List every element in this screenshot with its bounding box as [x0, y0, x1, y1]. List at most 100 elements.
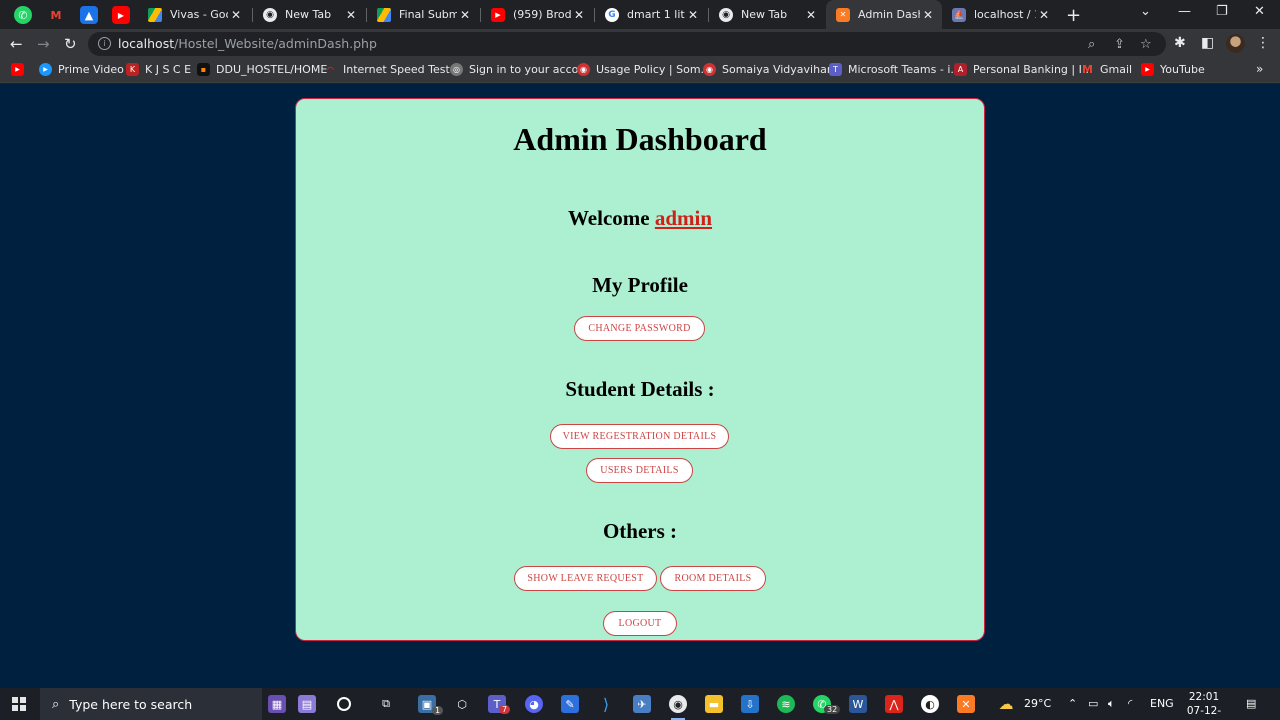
more-bookmarks-icon[interactable]: » [1256, 62, 1263, 76]
reload-icon[interactable]: ↻ [64, 35, 77, 53]
close-tab-icon[interactable]: ✕ [920, 8, 936, 22]
contacts-pinned-tab-icon[interactable]: ▲ [80, 6, 98, 24]
discord-app-icon[interactable]: ◕ [525, 695, 543, 713]
task-view-icon[interactable]: ⧉ [377, 695, 395, 713]
unity-app-icon[interactable]: ⬡ [453, 695, 471, 713]
weather-temp[interactable]: 29°C [1024, 697, 1051, 710]
close-tab-icon[interactable]: ✕ [457, 8, 473, 22]
somaiya-icon: ◉ [577, 63, 590, 76]
file-explorer-icon[interactable]: ▬ [705, 695, 723, 713]
obs-icon[interactable]: ◐ [921, 695, 939, 713]
bookmark-prime-video[interactable]: ▶ Prime Video [39, 63, 124, 76]
username-link[interactable]: admin [655, 206, 712, 230]
somaiya-icon: ◉ [703, 63, 716, 76]
tab-title: localhost / 12 [974, 8, 1036, 21]
zoom-icon[interactable]: ⌕ [1088, 37, 1095, 52]
clock[interactable]: 22:01 07-12-2022 [1178, 690, 1230, 720]
bookmark-youtube-icon-only[interactable]: ▶ [11, 63, 30, 76]
volume-icon[interactable]: 🔈︎ [1108, 697, 1115, 711]
acrobat-icon[interactable]: ⋀ [885, 695, 903, 713]
cortana-icon[interactable] [337, 697, 351, 711]
windows-start-icon[interactable] [12, 697, 26, 711]
side-panel-icon[interactable]: ◧ [1201, 35, 1214, 51]
close-tab-icon[interactable]: ✕ [571, 8, 587, 22]
forward-arrow-icon[interactable]: → [37, 35, 50, 53]
language-indicator[interactable]: ENG [1150, 697, 1174, 710]
site-info-icon[interactable]: i [98, 37, 111, 50]
clipboard-badge: 1 [432, 706, 444, 715]
bookmark-ddu-hostel[interactable]: ▪ DDU_HOSTEL/HOME [197, 63, 327, 76]
close-tab-icon[interactable]: ✕ [343, 8, 359, 22]
tab-search-chevron-icon[interactable]: ⌄ [1140, 4, 1151, 19]
bookmarks-bar: ▶ ▶ Prime Video KK J S C E ▪ DDU_HOSTEL/HO… [0, 59, 1280, 83]
spotify-icon[interactable]: ≋ [777, 695, 795, 713]
wifi-icon[interactable]: ◜ [1128, 697, 1132, 710]
bookmark-speed-test[interactable]: ◠ Internet Speed Test... [324, 63, 460, 76]
share-icon[interactable]: ⇪ [1114, 37, 1125, 52]
weather-icon[interactable]: ☁ [997, 695, 1015, 713]
minimize-window-icon[interactable]: — [1178, 4, 1191, 19]
bookmark-youtube[interactable]: ▶ YouTube [1141, 63, 1205, 76]
extensions-puzzle-icon[interactable]: ✱ [1174, 35, 1186, 51]
tab-new-tab-1[interactable]: ◉ New Tab ✕ [253, 0, 365, 29]
change-password-button[interactable]: CHANGE PASSWORD [574, 316, 705, 341]
view-registration-button[interactable]: VIEW REGESTRATION DETAILS [550, 424, 729, 449]
show-leave-request-button[interactable]: SHOW LEAVE REQUEST [514, 566, 657, 591]
users-details-button[interactable]: USERS DETAILS [586, 458, 693, 483]
bookmark-usage-policy[interactable]: ◉ Usage Policy | Som... [577, 63, 711, 76]
search-icon: ⌕ [52, 696, 60, 712]
restore-window-icon[interactable]: ❐ [1216, 4, 1228, 19]
chrome-menu-icon[interactable]: ⋮ [1256, 35, 1270, 51]
bookmark-teams[interactable]: T Microsoft Teams - i... [829, 63, 961, 76]
bookmark-kjsce[interactable]: KK J S C E [126, 63, 191, 76]
tab-new-tab-2[interactable]: ◉ New Tab ✕ [709, 0, 825, 29]
close-tab-icon[interactable]: ✕ [228, 8, 244, 22]
whatsapp-pinned-tab-icon[interactable]: ✆ [14, 6, 32, 24]
close-tab-icon[interactable]: ✕ [1036, 8, 1052, 22]
close-tab-icon[interactable]: ✕ [803, 8, 819, 22]
notes-app-icon[interactable]: ▤ [298, 695, 316, 713]
address-bar[interactable]: i localhost/Hostel_Website/adminDash.php… [88, 32, 1166, 56]
tab-phpmyadmin[interactable]: ⛵ localhost / 12 ✕ [942, 0, 1058, 29]
gmail-icon: M [1082, 63, 1093, 76]
teams-icon: T [829, 63, 842, 76]
notifications-icon[interactable]: ▤ [1246, 697, 1256, 710]
whiteboard-app-icon[interactable]: ✎ [561, 695, 579, 713]
word-icon[interactable]: W [849, 695, 867, 713]
taskbar-search-box[interactable]: ⌕ Type here to search [40, 688, 262, 720]
tab-youtube[interactable]: ▶ (959) Brodha ✕ [481, 0, 593, 29]
clock-date: 07-12-2022 [1186, 705, 1222, 720]
logout-button[interactable]: LOGOUT [603, 611, 677, 636]
chrome-taskbar-icon[interactable]: ◉ [669, 695, 687, 713]
tab-final-submission[interactable]: Final Submissi ✕ [367, 0, 479, 29]
windows-taskbar: ⌕ Type here to search ▦ ▤ ⧉ ▣ 1 ⬡ T 7 ◕ … [0, 688, 1280, 720]
page-title: Admin Dashboard [513, 121, 767, 157]
xampp-taskbar-icon[interactable]: ✕ [957, 695, 975, 713]
app-installer-icon[interactable]: ⇩ [741, 695, 759, 713]
bookmark-sign-in[interactable]: ◎ Sign in to your acco... [450, 63, 589, 76]
battery-icon[interactable]: ▭ [1088, 697, 1098, 710]
vscode-app-icon[interactable]: ⟩ [597, 695, 615, 714]
back-arrow-icon[interactable]: ← [10, 35, 23, 53]
app-icon[interactable]: ✈ [633, 695, 651, 713]
tray-chevron-icon[interactable]: ⌃ [1068, 697, 1077, 710]
bookmark-banking[interactable]: A Personal Banking | I... [954, 63, 1092, 76]
clapper-app-icon[interactable]: ▦ [268, 695, 286, 713]
prime-video-icon: ▶ [39, 63, 52, 76]
room-details-button[interactable]: ROOM DETAILS [660, 566, 766, 591]
bookmark-star-icon[interactable]: ☆ [1140, 37, 1152, 52]
url-text[interactable]: localhost/Hostel_Website/adminDash.php [118, 36, 377, 51]
tab-admin-dashboard[interactable]: ✕ Admin Dashb ✕ [826, 0, 942, 29]
new-tab-plus-icon[interactable]: + [1066, 5, 1081, 26]
tab-vivas[interactable]: Vivas - Google ✕ [138, 0, 250, 29]
close-window-icon[interactable]: ✕ [1254, 4, 1265, 19]
close-tab-icon[interactable]: ✕ [685, 8, 701, 22]
bookmark-gmail[interactable]: M Gmail [1081, 63, 1132, 76]
tab-dmart-search[interactable]: G dmart 1 litre ✕ [595, 0, 707, 29]
bookmark-somaiya[interactable]: ◉ Somaiya Vidyavihar... [703, 63, 841, 76]
profile-avatar[interactable] [1226, 34, 1245, 53]
gmail-pinned-tab-icon[interactable]: M [47, 6, 65, 24]
chrome-icon: ◉ [719, 7, 733, 22]
youtube-icon: ▶ [1141, 63, 1154, 76]
youtube-pinned-tab-icon[interactable]: ▶ [112, 6, 130, 24]
